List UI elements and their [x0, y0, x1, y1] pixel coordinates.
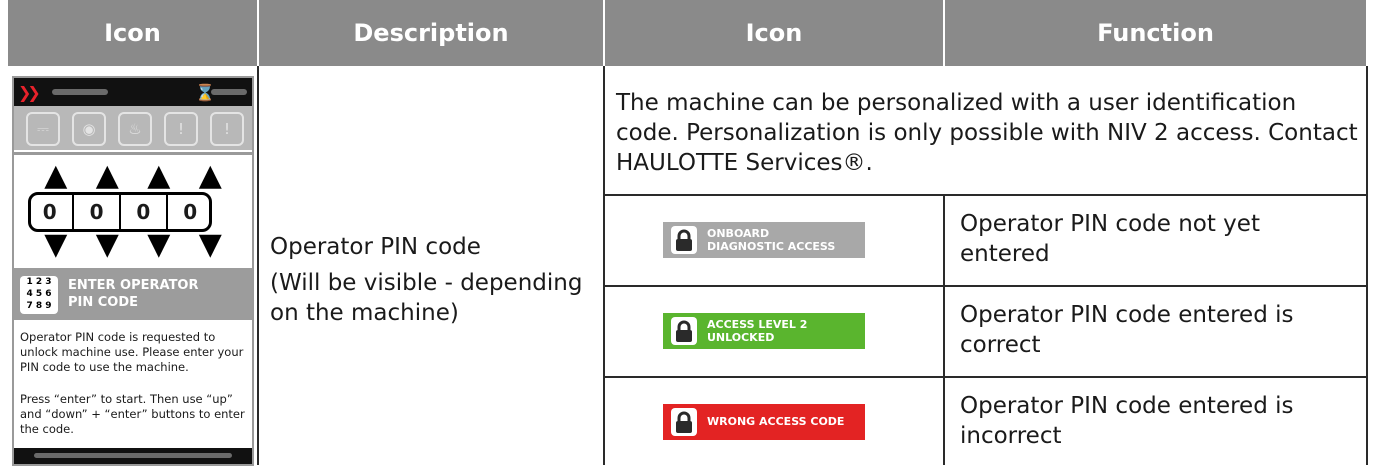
- pin-digit: 0: [42, 200, 57, 224]
- lock-icon: [671, 408, 697, 436]
- badge-line: ACCESS LEVEL 2: [707, 318, 808, 331]
- divider: [1366, 66, 1368, 465]
- pin-digit: 0: [136, 200, 151, 224]
- badge-line: WRONG ACCESS CODE: [707, 415, 845, 428]
- operator-pin-screen: ❯❯ ⌛ ⎓ ◉ ♨ ! ! ▲ ▲ ▲ ▲ 0 0 0 0 ▼ ▼ ▼ ▼ 1…: [12, 76, 254, 466]
- divider: [943, 196, 945, 465]
- down-arrow-icon: ▼: [147, 227, 171, 262]
- pin-divider: [165, 195, 168, 229]
- alert-icon: !: [210, 112, 244, 146]
- function-text: Operator PIN code entered is incorrect: [960, 393, 1294, 449]
- screen-status-bar: ❯❯ ⌛: [14, 78, 252, 106]
- divider: [603, 285, 1368, 287]
- blurred-text: [34, 453, 232, 458]
- prompt-text: ENTER OPERATOR PIN CODE: [68, 277, 199, 311]
- keypad-row: 7 8 9: [26, 301, 52, 311]
- badge-line: ONBOARD: [707, 227, 770, 240]
- badge-line: DIAGNOSTIC ACCESS: [707, 240, 836, 253]
- status-badge-unlocked: ACCESS LEVEL 2 UNLOCKED: [663, 313, 865, 349]
- up-arrow-icon: ▲: [198, 158, 222, 193]
- up-arrow-icon: ▲: [147, 158, 171, 193]
- blurred-text: [52, 89, 108, 95]
- intro-text: The machine can be personalized with a u…: [616, 90, 1358, 176]
- status-badge-wrong-code: WRONG ACCESS CODE: [663, 404, 865, 440]
- divider: [257, 66, 259, 465]
- instruction-text: Press “enter” to start. Then use “up” an…: [20, 392, 245, 436]
- pin-digit: 0: [183, 200, 198, 224]
- pin-divider: [72, 195, 75, 229]
- header-icon: Icon: [8, 0, 257, 66]
- description-title: Operator PIN code: [270, 234, 481, 260]
- down-arrow-icon: ▼: [44, 227, 68, 262]
- lock-icon: [671, 226, 697, 254]
- enter-pin-prompt: 1 2 3 4 5 6 7 8 9 ENTER OPERATOR PIN COD…: [14, 268, 252, 320]
- instruction-text: Operator PIN code is requested to unlock…: [20, 330, 244, 374]
- status-badge-onboard: ONBOARD DIAGNOSTIC ACCESS: [663, 222, 865, 258]
- down-arrow-icon: ▼: [198, 227, 222, 262]
- prompt-line: ENTER OPERATOR: [68, 278, 199, 293]
- badge-line: UNLOCKED: [707, 331, 775, 344]
- pin-code-table: Icon Description Icon Function ❯❯ ⌛ ⎓ ◉ …: [0, 0, 1375, 466]
- divider: [603, 194, 1368, 196]
- hydraulic-oil-icon: ◉: [72, 112, 106, 146]
- screen-footer: [14, 448, 252, 464]
- pin-divider: [118, 195, 121, 229]
- keypad-icon: 1 2 3 4 5 6 7 8 9: [20, 276, 58, 314]
- warning-icon: !: [164, 112, 198, 146]
- blurred-text: [211, 89, 247, 95]
- up-arrow-icon: ▲: [95, 158, 119, 193]
- header-description: Description: [259, 0, 603, 66]
- screen-separator: [14, 152, 252, 155]
- lock-icon: [671, 317, 697, 345]
- keypad-row: 1 2 3: [26, 277, 52, 287]
- up-arrow-icon: ▲: [44, 158, 68, 193]
- pin-digit: 0: [89, 200, 104, 224]
- header-function: Function: [945, 0, 1366, 66]
- haulotte-logo-icon: ❯❯: [18, 83, 41, 102]
- engine-oil-icon: ♨: [118, 112, 152, 146]
- down-arrow-icon: ▼: [95, 227, 119, 262]
- divider: [603, 66, 605, 465]
- down-arrows: ▼ ▼ ▼ ▼: [30, 230, 236, 260]
- battery-icon: ⎓: [26, 112, 60, 146]
- warning-icons-row: ⎓ ◉ ♨ ! !: [14, 106, 252, 150]
- function-text: Operator PIN code not yet entered: [960, 211, 1260, 267]
- function-text: Operator PIN code entered is correct: [960, 302, 1294, 358]
- pin-entry-field: 0 0 0 0: [28, 192, 212, 232]
- header-icon-2: Icon: [605, 0, 943, 66]
- description-note: (Will be visible - depending on the mach…: [270, 270, 583, 326]
- keypad-row: 4 5 6: [26, 289, 52, 299]
- divider: [603, 376, 1368, 378]
- up-arrows: ▲ ▲ ▲ ▲: [30, 161, 236, 191]
- prompt-line: PIN CODE: [68, 295, 139, 310]
